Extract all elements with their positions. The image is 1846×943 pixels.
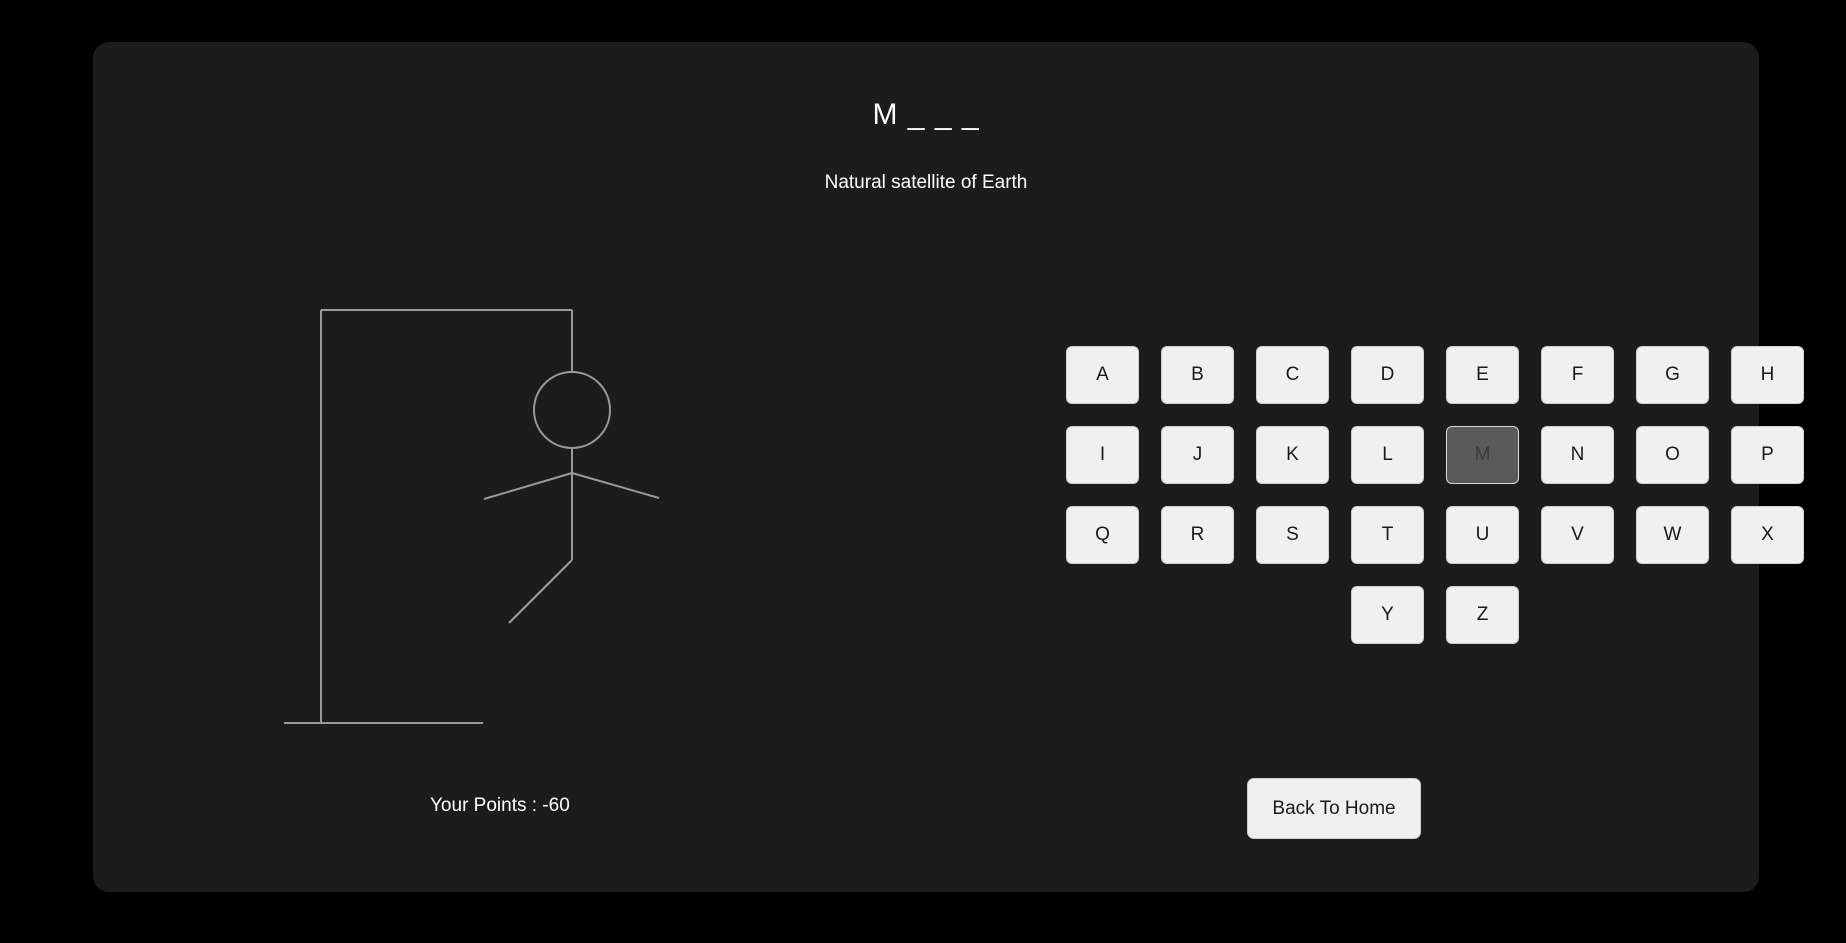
key-p[interactable]: P [1731, 426, 1804, 484]
key-t[interactable]: T [1351, 506, 1424, 564]
key-b[interactable]: B [1161, 346, 1234, 404]
game-panel: M _ _ _ Natural satellite of Earth Your … [93, 42, 1804, 892]
key-l[interactable]: L [1351, 426, 1424, 484]
hangman-head [533, 371, 611, 449]
hangman-left-leg [508, 559, 573, 624]
key-j[interactable]: J [1161, 426, 1234, 484]
key-z[interactable]: Z [1446, 586, 1519, 644]
key-m: M [1446, 426, 1519, 484]
key-h[interactable]: H [1731, 346, 1804, 404]
key-s[interactable]: S [1256, 506, 1329, 564]
back-to-home-button[interactable]: Back To Home [1247, 778, 1421, 839]
key-y[interactable]: Y [1351, 586, 1424, 644]
key-o[interactable]: O [1636, 426, 1709, 484]
key-d[interactable]: D [1351, 346, 1424, 404]
hangman-left-arm [483, 472, 573, 500]
points-label: Your Points : -60 [430, 795, 570, 816]
key-n[interactable]: N [1541, 426, 1614, 484]
key-w[interactable]: W [1636, 506, 1709, 564]
key-r[interactable]: R [1161, 506, 1234, 564]
key-c[interactable]: C [1256, 346, 1329, 404]
key-g[interactable]: G [1636, 346, 1709, 404]
key-i[interactable]: I [1066, 426, 1139, 484]
key-f[interactable]: F [1541, 346, 1614, 404]
letter-keyboard: A B C D E F G H I J K L M N O P Q R S T … [973, 346, 1804, 646]
key-q[interactable]: Q [1066, 506, 1139, 564]
key-u[interactable]: U [1446, 506, 1519, 564]
key-x[interactable]: X [1731, 506, 1804, 564]
key-v[interactable]: V [1541, 506, 1614, 564]
key-k[interactable]: K [1256, 426, 1329, 484]
key-e[interactable]: E [1446, 346, 1519, 404]
hangman-right-arm [571, 472, 660, 499]
key-a[interactable]: A [1066, 346, 1139, 404]
